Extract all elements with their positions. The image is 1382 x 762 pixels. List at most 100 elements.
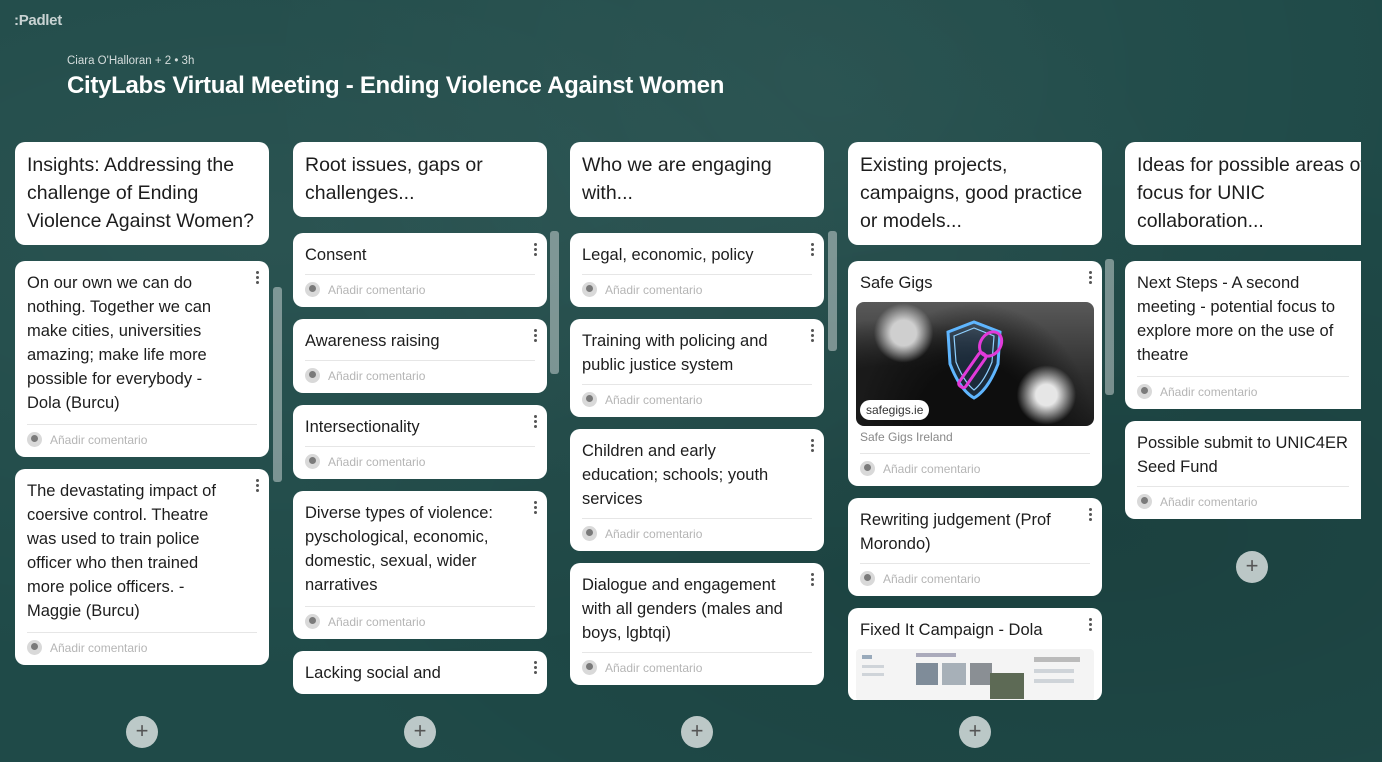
user-avatar-icon (582, 282, 597, 297)
add-post-button[interactable]: + (959, 716, 991, 748)
column-scrollbar[interactable] (550, 231, 559, 374)
column-insights: Insights: Addressing the challenge of En… (15, 142, 269, 677)
user-avatar-icon (305, 614, 320, 629)
add-post-button[interactable]: + (404, 716, 436, 748)
add-comment-placeholder: Añadir comentario (328, 454, 426, 469)
more-vertical-icon[interactable] (254, 477, 260, 494)
post-text: The devastating impact of coersive contr… (27, 482, 216, 620)
add-comment-field[interactable]: Añadir comentario (1137, 486, 1349, 519)
more-vertical-icon[interactable] (809, 241, 815, 258)
column-title[interactable]: Root issues, gaps or challenges... (293, 142, 547, 217)
add-comment-placeholder: Añadir comentario (883, 461, 981, 476)
add-comment-field[interactable]: Añadir comentario (582, 652, 812, 685)
more-vertical-icon[interactable] (532, 499, 538, 516)
more-vertical-icon[interactable] (532, 241, 538, 258)
link-preview-image[interactable] (856, 649, 1094, 700)
post-text: Awareness raising (305, 332, 440, 350)
more-vertical-icon[interactable] (254, 269, 260, 286)
post-card[interactable]: Legal, economic, policy Añadir comentari… (570, 233, 824, 307)
add-comment-field[interactable]: Añadir comentario (1137, 376, 1349, 409)
more-vertical-icon[interactable] (1087, 269, 1093, 286)
post-card[interactable]: Intersectionality Añadir comentario (293, 405, 547, 479)
add-comment-placeholder: Añadir comentario (605, 660, 703, 675)
add-comment-field[interactable]: Añadir comentario (305, 274, 535, 307)
more-vertical-icon[interactable] (532, 327, 538, 344)
add-comment-field[interactable]: Añadir comentario (305, 360, 535, 393)
post-card[interactable]: The devastating impact of coersive contr… (15, 469, 269, 665)
add-comment-field[interactable]: Añadir comentario (582, 518, 812, 551)
add-comment-field[interactable]: Añadir comentario (27, 632, 257, 665)
add-comment-field[interactable]: Añadir comentario (860, 453, 1090, 486)
post-card[interactable]: Fixed It Campaign - Dola (848, 608, 1102, 700)
post-card[interactable]: Training with policing and public justic… (570, 319, 824, 417)
more-vertical-icon[interactable] (809, 571, 815, 588)
post-text: Legal, economic, policy (582, 246, 754, 264)
column-title[interactable]: Who we are engaging with... (570, 142, 824, 217)
add-comment-placeholder: Añadir comentario (605, 282, 703, 297)
column-ideas: Ideas for possible areas of focus for UN… (1125, 142, 1379, 531)
post-text: Consent (305, 246, 367, 264)
post-text: Diverse types of violence: pyschological… (305, 504, 494, 594)
post-text: Safe Gigs (860, 274, 933, 292)
add-comment-field[interactable]: Añadir comentario (860, 563, 1090, 596)
post-card[interactable]: Rewriting judgement (Prof Morondo) Añadi… (848, 498, 1102, 596)
more-vertical-icon[interactable] (532, 659, 538, 676)
post-card[interactable]: Diverse types of violence: pyschological… (293, 491, 547, 639)
post-text: Fixed It Campaign - Dola (860, 621, 1043, 639)
more-vertical-icon[interactable] (1087, 616, 1093, 633)
post-card[interactable]: Safe Gigs safegigs.ie Safe Gigs Ireland … (848, 261, 1102, 486)
link-preview-image[interactable]: safegigs.ie (856, 302, 1094, 426)
post-card[interactable]: Children and early education; schools; y… (570, 429, 824, 551)
user-avatar-icon (582, 526, 597, 541)
add-post-button[interactable]: + (1236, 551, 1268, 583)
post-card[interactable]: Next Steps - A second meeting - potentia… (1125, 261, 1361, 409)
add-comment-field[interactable]: Añadir comentario (305, 606, 535, 639)
post-text: Lacking social and (305, 664, 441, 682)
column-existing-projects: Existing projects, campaigns, good pract… (848, 142, 1102, 700)
post-text: On our own we can do nothing. Together w… (27, 274, 212, 412)
column-title[interactable]: Existing projects, campaigns, good pract… (848, 142, 1102, 245)
user-avatar-icon (1137, 494, 1152, 509)
column-scrollbar[interactable] (828, 231, 837, 351)
column-title[interactable]: Ideas for possible areas of focus for UN… (1125, 142, 1361, 245)
more-vertical-icon[interactable] (809, 437, 815, 454)
user-avatar-icon (305, 368, 320, 383)
post-card[interactable]: Possible submit to UNIC4ER Seed Fund Aña… (1125, 421, 1361, 519)
add-comment-placeholder: Añadir comentario (50, 640, 148, 655)
user-avatar-icon (860, 571, 875, 586)
add-comment-placeholder: Añadir comentario (605, 392, 703, 407)
add-comment-placeholder: Añadir comentario (328, 368, 426, 383)
add-comment-field[interactable]: Añadir comentario (305, 446, 535, 479)
link-domain-badge: safegigs.ie (860, 400, 930, 420)
more-vertical-icon[interactable] (532, 413, 538, 430)
post-card[interactable]: Awareness raising Añadir comentario (293, 319, 547, 393)
column-title[interactable]: Insights: Addressing the challenge of En… (15, 142, 269, 245)
more-vertical-icon[interactable] (809, 327, 815, 344)
add-comment-placeholder: Añadir comentario (50, 432, 148, 447)
add-post-button[interactable]: + (681, 716, 713, 748)
column-scrollbar[interactable] (1105, 259, 1114, 395)
add-comment-field[interactable]: Añadir comentario (582, 384, 812, 417)
post-text: Dialogue and engagement with all genders… (582, 576, 783, 642)
link-source-title: Safe Gigs Ireland (860, 430, 953, 444)
add-comment-placeholder: Añadir comentario (605, 526, 703, 541)
user-avatar-icon (582, 660, 597, 675)
post-card[interactable]: Dialogue and engagement with all genders… (570, 563, 824, 685)
user-avatar-icon (582, 392, 597, 407)
add-comment-placeholder: Añadir comentario (1160, 494, 1258, 509)
padlet-board: Insights: Addressing the challenge of En… (0, 0, 1382, 700)
add-comment-field[interactable]: Añadir comentario (27, 424, 257, 457)
more-vertical-icon[interactable] (1087, 506, 1093, 523)
post-card[interactable]: Lacking social and (293, 651, 547, 694)
add-comment-placeholder: Añadir comentario (1160, 384, 1258, 399)
column-title-text: Ideas for possible areas of focus for UN… (1137, 154, 1361, 232)
user-avatar-icon (860, 461, 875, 476)
user-avatar-icon (305, 282, 320, 297)
user-avatar-icon (27, 432, 42, 447)
column-scrollbar[interactable] (273, 287, 282, 482)
post-card[interactable]: Consent Añadir comentario (293, 233, 547, 307)
add-comment-field[interactable]: Añadir comentario (582, 274, 812, 307)
add-post-button[interactable]: + (126, 716, 158, 748)
post-card[interactable]: On our own we can do nothing. Together w… (15, 261, 269, 457)
post-text: Rewriting judgement (Prof Morondo) (860, 511, 1051, 553)
